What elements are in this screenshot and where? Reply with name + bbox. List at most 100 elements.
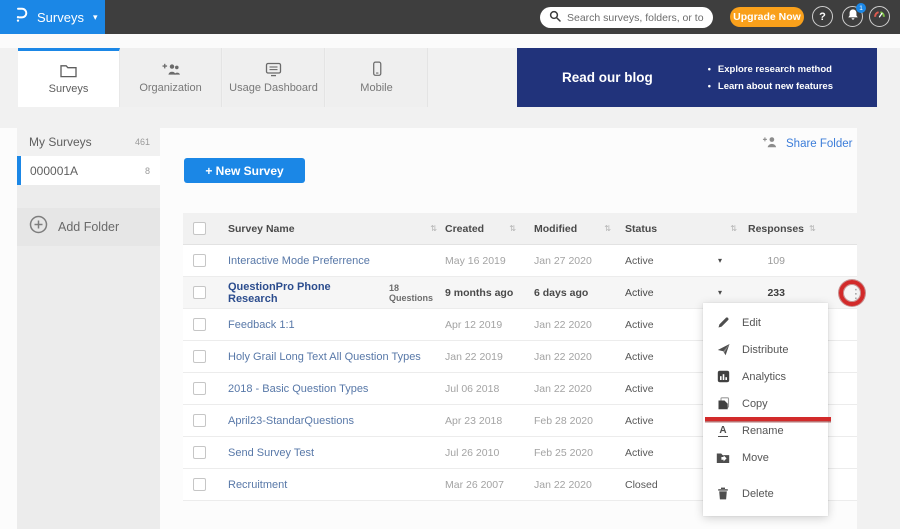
sort-icon[interactable] xyxy=(509,224,516,233)
menu-item-analytics[interactable]: Analytics xyxy=(703,363,828,390)
phone-icon xyxy=(368,61,386,77)
survey-name-link[interactable]: 2018 - Basic Question Types xyxy=(228,383,368,395)
people-add-icon xyxy=(161,62,181,77)
modified-date: Feb 25 2020 xyxy=(534,447,593,459)
chevron-down-icon xyxy=(93,12,98,23)
tab-usage-dashboard[interactable]: Usage Dashboard xyxy=(223,48,325,107)
column-header-status[interactable]: Status xyxy=(625,223,657,235)
tab-label: Mobile xyxy=(360,82,392,94)
search-icon xyxy=(549,9,561,27)
survey-name-link[interactable]: April23-StandarQuestions xyxy=(228,415,354,427)
responses-count[interactable]: 109 xyxy=(767,255,785,267)
question-count-badge: 18 Questions xyxy=(389,283,445,303)
responses-count[interactable]: 233 xyxy=(767,287,785,299)
product-menu[interactable]: Surveys xyxy=(0,0,105,34)
share-person-icon xyxy=(762,135,778,152)
status-value: Active xyxy=(625,319,654,331)
sidebar-item-my-surveys[interactable]: My Surveys 461 xyxy=(17,128,160,156)
column-header-created[interactable]: Created xyxy=(445,223,484,235)
created-date: Apr 12 2019 xyxy=(445,319,502,331)
modified-date: Jan 22 2020 xyxy=(534,479,592,491)
status-value: Active xyxy=(625,287,654,299)
row-checkbox[interactable] xyxy=(193,414,206,427)
blog-promo-banner[interactable]: Read our blog Explore research method Le… xyxy=(517,48,877,107)
blog-banner-bullets: Explore research method Learn about new … xyxy=(708,64,833,92)
folders-sidebar: My Surveys 461 000001A 8 Add Folder xyxy=(17,128,160,529)
new-survey-button[interactable]: + New Survey xyxy=(184,158,305,183)
survey-name-link[interactable]: Send Survey Test xyxy=(228,447,314,459)
sort-icon[interactable] xyxy=(604,224,611,233)
survey-name-link[interactable]: QuestionPro Phone Research xyxy=(228,281,382,305)
monitor-icon xyxy=(264,62,283,77)
survey-name-link[interactable]: Holy Grail Long Text All Question Types xyxy=(228,351,421,363)
menu-item-edit[interactable]: Edit xyxy=(703,309,828,336)
questionpro-logo-icon xyxy=(13,6,30,28)
survey-name-link[interactable]: Feedback 1:1 xyxy=(228,319,295,331)
menu-item-label: Rename xyxy=(742,425,784,437)
product-menu-label: Surveys xyxy=(37,10,84,25)
column-header-modified[interactable]: Modified xyxy=(534,223,577,235)
menu-item-copy[interactable]: Copy xyxy=(703,390,828,417)
row-checkbox[interactable] xyxy=(193,254,206,267)
menu-item-move[interactable]: Move xyxy=(703,444,828,471)
row-checkbox[interactable] xyxy=(193,286,206,299)
menu-item-rename[interactable]: A Rename xyxy=(703,417,828,444)
add-folder-button[interactable]: Add Folder xyxy=(17,208,160,246)
menu-item-delete[interactable]: Delete xyxy=(703,480,828,507)
module-tabs: Surveys Organization xyxy=(0,48,900,107)
upgrade-now-button[interactable]: Upgrade Now xyxy=(730,7,804,27)
tab-organization[interactable]: Organization xyxy=(120,48,222,107)
share-folder-link[interactable]: Share Folder xyxy=(762,135,852,152)
survey-name-link[interactable]: Recruitment xyxy=(228,479,287,491)
created-date: May 16 2019 xyxy=(445,255,506,267)
add-folder-label: Add Folder xyxy=(58,220,119,234)
sort-icon[interactable] xyxy=(730,224,737,233)
row-context-menu: Edit Distribute Analytics Copy A Rename xyxy=(703,303,828,516)
blog-bullet: Learn about new features xyxy=(708,81,833,92)
survey-name-link[interactable]: Interactive Mode Preferrence xyxy=(228,255,370,267)
tab-label: Usage Dashboard xyxy=(229,82,318,94)
sort-icon[interactable] xyxy=(430,224,437,233)
folder-icon xyxy=(59,63,78,78)
select-all-checkbox[interactable] xyxy=(193,222,206,235)
tab-surveys[interactable]: Surveys xyxy=(18,48,120,107)
status-value: Active xyxy=(625,255,654,267)
menu-item-label: Distribute xyxy=(742,344,788,356)
column-header-responses[interactable]: Responses xyxy=(748,223,804,235)
created-date: Jul 06 2018 xyxy=(445,383,499,395)
top-bar: Surveys Upgrade Now ? 1 xyxy=(0,0,900,34)
circle-plus-icon xyxy=(29,215,48,239)
modified-date: 6 days ago xyxy=(534,287,588,299)
topbar-spacer xyxy=(0,34,900,48)
status-dropdown-caret[interactable] xyxy=(718,288,722,297)
annotation-circle xyxy=(839,280,865,306)
folder-label: My Surveys xyxy=(29,135,92,149)
sidebar-item-000001A[interactable]: 000001A 8 xyxy=(17,156,160,185)
table-row[interactable]: Interactive Mode Preferrence May 16 2019… xyxy=(183,245,857,277)
created-date: Apr 23 2018 xyxy=(445,415,502,427)
notification-badge: 1 xyxy=(856,3,866,13)
help-button[interactable]: ? xyxy=(812,6,833,27)
trash-icon xyxy=(716,487,730,500)
menu-item-distribute[interactable]: Distribute xyxy=(703,336,828,363)
row-checkbox[interactable] xyxy=(193,318,206,331)
tab-mobile[interactable]: Mobile xyxy=(326,48,428,107)
row-checkbox[interactable] xyxy=(193,350,206,363)
menu-item-label: Move xyxy=(742,452,769,464)
row-checkbox[interactable] xyxy=(193,478,206,491)
global-search[interactable] xyxy=(540,7,713,28)
status-dropdown-caret[interactable] xyxy=(718,256,722,265)
status-value: Active xyxy=(625,447,654,459)
move-folder-icon xyxy=(716,452,730,464)
search-input[interactable] xyxy=(567,12,704,24)
rename-icon: A xyxy=(716,425,730,437)
usage-gauge-button[interactable] xyxy=(869,6,890,27)
column-header-survey-name[interactable]: Survey Name xyxy=(228,223,295,235)
share-folder-label: Share Folder xyxy=(786,138,852,150)
notifications-button[interactable]: 1 xyxy=(842,6,863,27)
row-checkbox[interactable] xyxy=(193,446,206,459)
modified-date: Jan 22 2020 xyxy=(534,351,592,363)
menu-item-label: Delete xyxy=(742,488,774,500)
folder-count: 8 xyxy=(145,166,150,176)
row-checkbox[interactable] xyxy=(193,382,206,395)
